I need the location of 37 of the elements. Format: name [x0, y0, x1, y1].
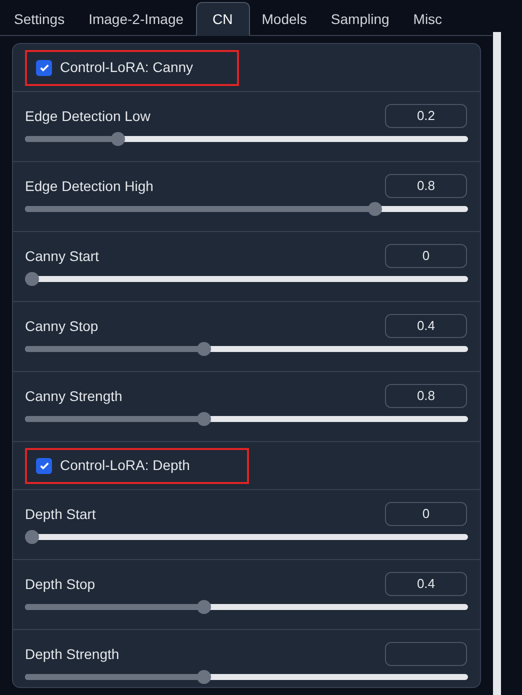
slider-thumb[interactable] — [25, 530, 39, 544]
number-field[interactable]: 0.2 — [385, 104, 467, 128]
slider-label: Canny Strength — [25, 386, 122, 406]
slider-thumb[interactable] — [110, 132, 125, 146]
number-field[interactable]: 0.4 — [385, 572, 467, 596]
tab[interactable]: Models — [250, 2, 319, 36]
number-field[interactable]: 0 — [385, 244, 467, 268]
number-field[interactable]: 0.4 — [385, 314, 467, 338]
slider-thumb[interactable] — [368, 202, 382, 216]
checkbox-label: Control-LoRA: Depth — [60, 456, 190, 475]
slider-label: Canny Start — [25, 246, 99, 266]
number-field[interactable]: 0 — [385, 502, 467, 526]
slider-thumb[interactable] — [196, 600, 211, 614]
tab[interactable]: Sampling — [318, 2, 402, 36]
checkmark-icon — [38, 460, 50, 471]
slider-label: Edge Detection High — [25, 176, 154, 196]
slider-thumb[interactable] — [196, 670, 211, 684]
checkbox[interactable] — [36, 60, 52, 76]
checkbox-label: Control-LoRA: Canny — [60, 58, 194, 77]
slider-label: Depth Strength — [25, 644, 120, 664]
slider-thumb[interactable] — [196, 412, 211, 426]
checkmark-icon — [38, 62, 50, 73]
slider-label: Depth Stop — [25, 574, 96, 594]
checkbox[interactable] — [36, 458, 52, 474]
tab[interactable]: Image-2-Image — [76, 2, 196, 36]
scrollbar[interactable] — [493, 32, 501, 695]
tab[interactable]: CN — [196, 2, 250, 36]
tab[interactable]: Misc — [401, 2, 454, 36]
slider-label: Canny Stop — [25, 316, 98, 336]
slider-label: Depth Start — [25, 504, 96, 524]
number-field[interactable] — [385, 642, 467, 666]
number-field[interactable]: 0.8 — [385, 384, 467, 408]
slider-thumb[interactable] — [196, 342, 211, 356]
slider-thumb[interactable] — [25, 272, 39, 286]
slider-label: Edge Detection Low — [25, 106, 150, 126]
tab[interactable]: Settings — [2, 2, 77, 36]
number-field[interactable]: 0.8 — [385, 174, 467, 198]
